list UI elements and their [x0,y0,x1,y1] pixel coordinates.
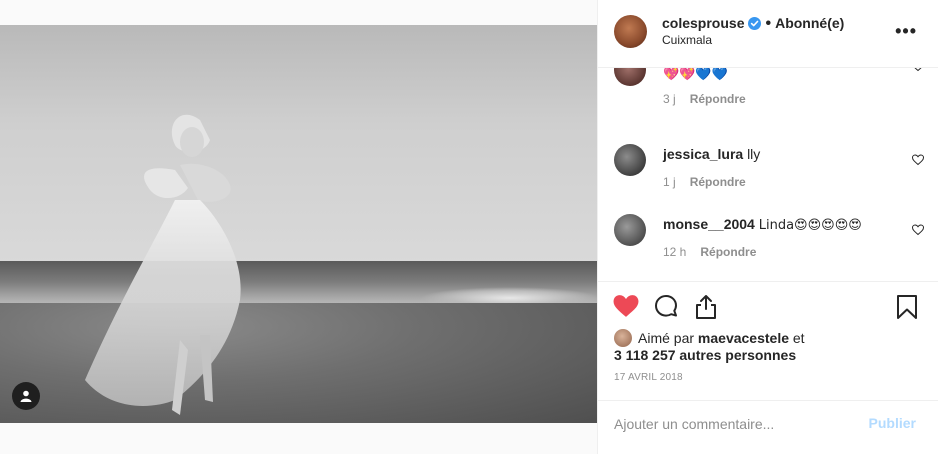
comment-time[interactable]: 12 h [663,245,686,259]
post-header: colesprouse • Abonné(e) Cuixmala ••• [598,0,938,68]
bookmark-icon[interactable] [896,294,918,320]
comment-input[interactable] [614,415,844,433]
comment-text: jessica_lura lly [663,145,760,163]
comment-body: Linda😍😍😍😍😍 [758,218,862,233]
add-comment-section: Publier [598,400,938,454]
post-comment-button[interactable]: Publier [869,415,916,431]
comment-like-icon[interactable] [912,68,924,72]
author-meta: colesprouse • Abonné(e) Cuixmala [662,15,844,49]
liker-avatar[interactable] [614,329,632,347]
post-location[interactable]: Cuixmala [662,32,844,49]
commenter-avatar[interactable] [614,144,646,176]
comment-like-icon[interactable] [912,154,924,166]
liked-by-prefix: Aimé par [638,330,695,346]
post-side-panel: colesprouse • Abonné(e) Cuixmala ••• 💖💖💙💙 … [597,0,938,454]
post-date[interactable]: 17 AVRIL 2018 [614,372,683,383]
liked-by-line: Aimé par maevacestele et [638,329,805,347]
reply-button[interactable]: Répondre [700,245,756,259]
post-photo[interactable] [0,25,597,423]
post-actions [598,281,938,333]
comment-time[interactable]: 1 j [663,175,676,189]
commenter-username[interactable]: monse__2004 [663,216,755,232]
comment-body: 💖💖💙💙 [663,68,728,82]
instagram-post-view: colesprouse • Abonné(e) Cuixmala ••• 💖💖💙💙 … [0,0,938,454]
comment-text: 💖💖💙💙 [663,68,728,84]
comments-list[interactable]: 💖💖💙💙 3 j Répondre jessica_lura lly 1 j Rép… [598,68,938,281]
likes-count[interactable]: 3 118 257 autres personnes [614,346,796,364]
commenter-avatar[interactable] [614,68,646,86]
liked-by-user[interactable]: maevacestele [698,330,789,346]
heart-filled-icon[interactable] [613,294,639,318]
reply-button[interactable]: Répondre [690,92,746,106]
photo-figure [85,114,241,415]
comment-icon[interactable] [653,294,679,320]
tagged-users-button[interactable] [12,382,40,410]
comment-body: lly [747,146,761,162]
commenter-username[interactable]: jessica_lura [663,146,743,162]
comment-time[interactable]: 3 j [663,92,676,106]
comment-meta: 3 j Répondre [663,92,746,106]
author-username[interactable]: colesprouse [662,15,744,31]
follow-status-button[interactable]: Abonné(e) [775,15,844,31]
more-options-icon[interactable]: ••• [895,22,917,40]
comment-meta: 12 h Répondre [663,245,756,259]
comment-meta: 1 j Répondre [663,175,746,189]
commenter-avatar[interactable] [614,214,646,246]
header-separator: • [765,15,772,32]
share-icon[interactable] [694,294,718,320]
comment-like-icon[interactable] [912,224,924,236]
reply-button[interactable]: Répondre [690,175,746,189]
author-avatar[interactable] [614,15,647,48]
liked-by-conjunction: et [792,330,805,346]
verified-badge-icon [748,17,762,30]
comment-text: monse__2004 Linda😍😍😍😍😍 [663,215,862,235]
person-icon [20,390,32,402]
